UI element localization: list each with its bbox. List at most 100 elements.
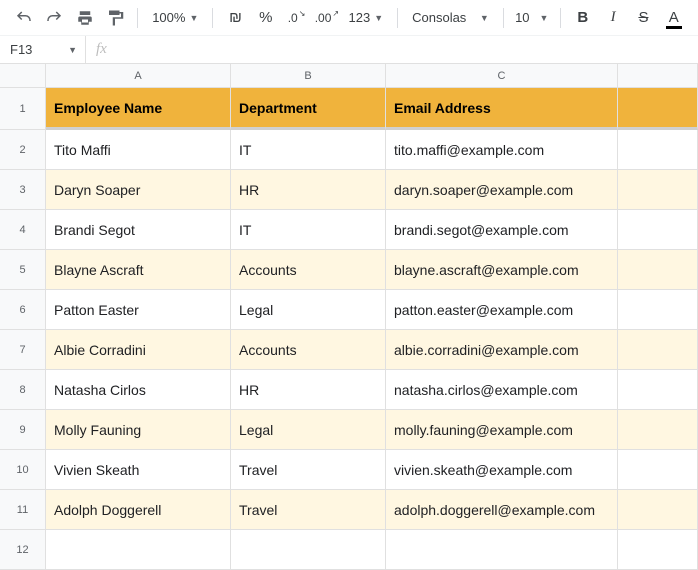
cell-email[interactable]: daryn.soaper@example.com [386, 170, 618, 210]
cell[interactable] [618, 490, 698, 530]
cell[interactable] [618, 170, 698, 210]
zoom-select[interactable]: 100% ▼ [148, 10, 202, 25]
cell[interactable] [618, 290, 698, 330]
undo-button[interactable] [12, 5, 36, 31]
row-header[interactable]: 2 [0, 130, 46, 170]
cell-name[interactable]: Vivien Skeath [46, 450, 231, 490]
cell-email[interactable]: albie.corradini@example.com [386, 330, 618, 370]
bold-button[interactable]: B [571, 5, 595, 31]
cell-email[interactable]: natasha.cirlos@example.com [386, 370, 618, 410]
row-header[interactable]: 4 [0, 210, 46, 250]
cell-dept[interactable]: IT [231, 130, 386, 170]
cell-dept[interactable]: Legal [231, 410, 386, 450]
chevron-down-icon: ▼ [540, 13, 549, 23]
row-header[interactable]: 11 [0, 490, 46, 530]
row-header[interactable]: 5 [0, 250, 46, 290]
select-all-corner[interactable] [0, 64, 46, 88]
cell[interactable] [618, 450, 698, 490]
cell-name[interactable]: Albie Corradini [46, 330, 231, 370]
cell[interactable] [618, 530, 698, 570]
increase-decimal-button[interactable]: .00↗ [314, 5, 338, 31]
row-header[interactable]: 1 [0, 88, 46, 130]
cell-name[interactable]: Tito Maffi [46, 130, 231, 170]
cell-dept[interactable]: IT [231, 210, 386, 250]
cell-dept[interactable]: Accounts [231, 250, 386, 290]
row-header[interactable]: 3 [0, 170, 46, 210]
italic-button[interactable]: I [601, 5, 625, 31]
cell-dept[interactable]: Travel [231, 490, 386, 530]
cell[interactable] [618, 88, 698, 130]
cell-name[interactable]: Blayne Ascraft [46, 250, 231, 290]
font-size-value: 10 [515, 10, 529, 25]
row-header[interactable]: 12 [0, 530, 46, 570]
row-header[interactable]: 7 [0, 330, 46, 370]
cell-name[interactable]: Molly Fauning [46, 410, 231, 450]
number-format-select[interactable]: 123▼ [345, 10, 388, 25]
cell[interactable] [386, 530, 618, 570]
cell-header-name[interactable]: Employee Name [46, 88, 231, 130]
name-bar: F13▼ fx [0, 36, 698, 64]
text-color-button[interactable]: A [662, 5, 686, 31]
zoom-value: 100% [152, 10, 185, 25]
row-header[interactable]: 8 [0, 370, 46, 410]
column-header[interactable]: A [46, 64, 231, 88]
separator [137, 8, 138, 28]
cell[interactable] [618, 370, 698, 410]
row-header[interactable]: 10 [0, 450, 46, 490]
font-name: Consolas [412, 10, 466, 25]
currency-button[interactable]: ₪ [223, 5, 247, 31]
cell-header-email[interactable]: Email Address [386, 88, 618, 130]
separator [503, 8, 504, 28]
print-button[interactable] [73, 5, 97, 31]
separator [397, 8, 398, 28]
name-box[interactable]: F13 ▼ [0, 36, 86, 63]
cell-name[interactable]: Patton Easter [46, 290, 231, 330]
chevron-down-icon: ▼ [480, 13, 489, 23]
cell-ref: F13 [10, 42, 32, 57]
cell-email[interactable]: brandi.segot@example.com [386, 210, 618, 250]
redo-button[interactable] [42, 5, 66, 31]
row-header[interactable]: 6 [0, 290, 46, 330]
cell-email[interactable]: adolph.doggerell@example.com [386, 490, 618, 530]
cell-dept[interactable]: Accounts [231, 330, 386, 370]
cell[interactable] [46, 530, 231, 570]
font-size-select[interactable]: 10 ▼ [514, 10, 550, 25]
cell-email[interactable]: blayne.ascraft@example.com [386, 250, 618, 290]
row-header[interactable]: 9 [0, 410, 46, 450]
cell-name[interactable]: Adolph Doggerell [46, 490, 231, 530]
cell-name[interactable]: Daryn Soaper [46, 170, 231, 210]
cell-dept[interactable]: HR [231, 370, 386, 410]
cell[interactable] [618, 210, 698, 250]
toolbar: 100%▼ ₪ % .0↘ .00↗ 123▼ Consolas▼ 10▼ B … [0, 0, 698, 36]
column-header[interactable]: B [231, 64, 386, 88]
cell-email[interactable]: molly.fauning@example.com [386, 410, 618, 450]
separator [560, 8, 561, 28]
cell-header-dept[interactable]: Department [231, 88, 386, 130]
paint-format-button[interactable] [103, 5, 127, 31]
column-header[interactable]: C [386, 64, 618, 88]
cell-email[interactable]: patton.easter@example.com [386, 290, 618, 330]
column-header[interactable] [618, 64, 698, 88]
font-select[interactable]: Consolas ▼ [408, 10, 493, 25]
cell[interactable] [618, 330, 698, 370]
chevron-down-icon: ▼ [68, 45, 77, 55]
cell-dept[interactable]: Legal [231, 290, 386, 330]
color-bar [666, 26, 682, 29]
separator [212, 8, 213, 28]
cell-email[interactable]: vivien.skeath@example.com [386, 450, 618, 490]
decrease-decimal-button[interactable]: .0↘ [284, 5, 308, 31]
cell[interactable] [618, 410, 698, 450]
percent-button[interactable]: % [254, 5, 278, 31]
cell-dept[interactable]: Travel [231, 450, 386, 490]
cell-name[interactable]: Brandi Segot [46, 210, 231, 250]
formula-bar[interactable] [117, 36, 698, 63]
chevron-down-icon: ▼ [189, 13, 198, 23]
cell-name[interactable]: Natasha Cirlos [46, 370, 231, 410]
cell[interactable] [231, 530, 386, 570]
cell-email[interactable]: tito.maffi@example.com [386, 130, 618, 170]
cell-dept[interactable]: HR [231, 170, 386, 210]
strikethrough-button[interactable]: S [631, 5, 655, 31]
cell[interactable] [618, 130, 698, 170]
chevron-down-icon: ▼ [374, 13, 383, 23]
cell[interactable] [618, 250, 698, 290]
